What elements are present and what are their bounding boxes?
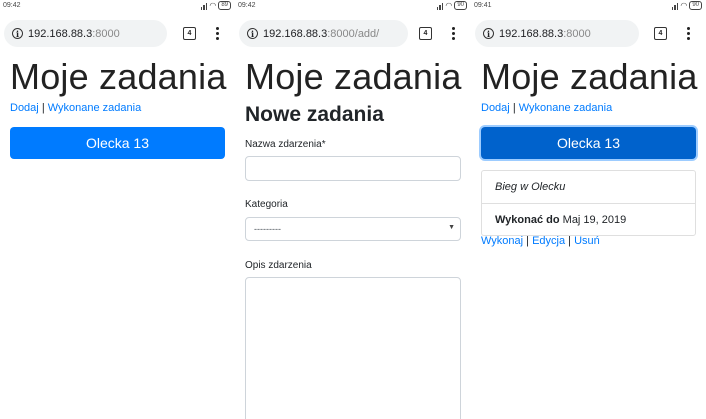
add-link[interactable]: Dodaj [10, 102, 39, 114]
name-label: Nazwa zdarzenia* [245, 139, 326, 150]
page-title: Moje zadania [481, 56, 698, 97]
address-bar[interactable]: i 192.168.88.3:8000/add/ [239, 20, 408, 47]
page-title: Moje zadania [245, 56, 462, 97]
signal-icon [671, 2, 679, 10]
category-selected-value: --------- [254, 224, 281, 234]
wifi-icon: ◠ [445, 0, 453, 10]
edit-link[interactable]: Edycja [532, 235, 565, 247]
battery-icon: 90 [454, 1, 467, 10]
nav-separator: | [41, 102, 45, 114]
status-bar: 09:42 ◠ 89 [0, 0, 235, 13]
description-label: Opis zdarzenia [245, 260, 312, 271]
wifi-icon: ◠ [680, 0, 688, 10]
category-select[interactable]: --------- ▼ [245, 217, 461, 241]
add-link[interactable]: Dodaj [481, 102, 510, 114]
info-icon[interactable]: i [483, 28, 494, 39]
action-separator: | [526, 235, 530, 247]
overflow-menu-icon[interactable] [685, 24, 691, 43]
task-button[interactable]: Olecka 13 [481, 127, 696, 159]
action-separator: | [568, 235, 572, 247]
url-field[interactable]: i 192.168.88.3:8000/add/ [239, 20, 408, 47]
task-button[interactable]: Olecka 13 [10, 127, 225, 159]
tab-switcher-icon[interactable]: 4 [419, 27, 432, 40]
battery-icon: 90 [689, 1, 702, 10]
nav-links: Dodaj | Wykonane zadania [10, 102, 141, 114]
wifi-icon: ◠ [209, 0, 217, 10]
nav-separator: | [512, 102, 516, 114]
event-name-input[interactable] [245, 156, 461, 181]
status-bar: 09:42 ◠ 90 [235, 0, 471, 13]
nav-links: Dodaj | Wykonane zadania [481, 102, 612, 114]
url-path: :8000 [563, 27, 591, 40]
done-tasks-link[interactable]: Wykonane zadania [519, 102, 612, 114]
task-description: Bieg w Olecku [495, 181, 566, 193]
done-tasks-link[interactable]: Wykonane zadania [48, 102, 141, 114]
task-actions: Wykonaj | Edycja | Usuń [481, 235, 600, 247]
status-time: 09:41 [474, 2, 492, 9]
screen-add-task: 09:42 ◠ 90 i 192.168.88.3:8000/add/ 4 Mo… [235, 0, 471, 419]
due-label: Wykonać do [495, 213, 560, 226]
tab-switcher-icon[interactable]: 4 [654, 27, 667, 40]
dropdown-caret-icon: ▼ [448, 224, 455, 231]
due-value: Maj 19, 2019 [562, 213, 627, 226]
url-host: 192.168.88.3 [499, 27, 564, 40]
url-path: :8000/add/ [327, 27, 380, 40]
signal-icon [436, 2, 444, 10]
url-host: 192.168.88.3 [263, 27, 328, 40]
url-field[interactable]: i 192.168.88.3:8000 [475, 20, 639, 47]
category-label: Kategoria [245, 199, 288, 210]
info-icon[interactable]: i [12, 28, 23, 39]
info-icon[interactable]: i [247, 28, 258, 39]
delete-link[interactable]: Usuń [574, 235, 600, 247]
overflow-menu-icon[interactable] [214, 24, 220, 43]
battery-icon: 89 [218, 1, 231, 10]
complete-link[interactable]: Wykonaj [481, 235, 523, 247]
address-bar[interactable]: i 192.168.88.3:8000 [475, 20, 639, 47]
overflow-menu-icon[interactable] [450, 24, 456, 43]
page-title: Moje zadania [10, 56, 227, 97]
task-detail-card: Bieg w Olecku Wykonać do Maj 19, 2019 [481, 170, 696, 236]
status-time: 09:42 [3, 2, 21, 9]
url-host: 192.168.88.3 [28, 27, 93, 40]
screen-task-list: 09:42 ◠ 89 i 192.168.88.3:8000 4 Moje za… [0, 0, 235, 419]
tab-switcher-icon[interactable]: 4 [183, 27, 196, 40]
status-time: 09:42 [238, 2, 256, 9]
status-bar: 09:41 ◠ 90 [471, 0, 706, 13]
form-heading: Nowe zadania [245, 103, 384, 126]
address-bar[interactable]: i 192.168.88.3:8000 [4, 20, 167, 47]
event-description-textarea[interactable] [245, 277, 461, 419]
signal-icon [200, 2, 208, 10]
url-field[interactable]: i 192.168.88.3:8000 [4, 20, 167, 47]
url-path: :8000 [92, 27, 120, 40]
task-due-row: Wykonać do Maj 19, 2019 [482, 203, 695, 235]
screen-task-detail: 09:41 ◠ 90 i 192.168.88.3:8000 4 Moje za… [471, 0, 706, 419]
